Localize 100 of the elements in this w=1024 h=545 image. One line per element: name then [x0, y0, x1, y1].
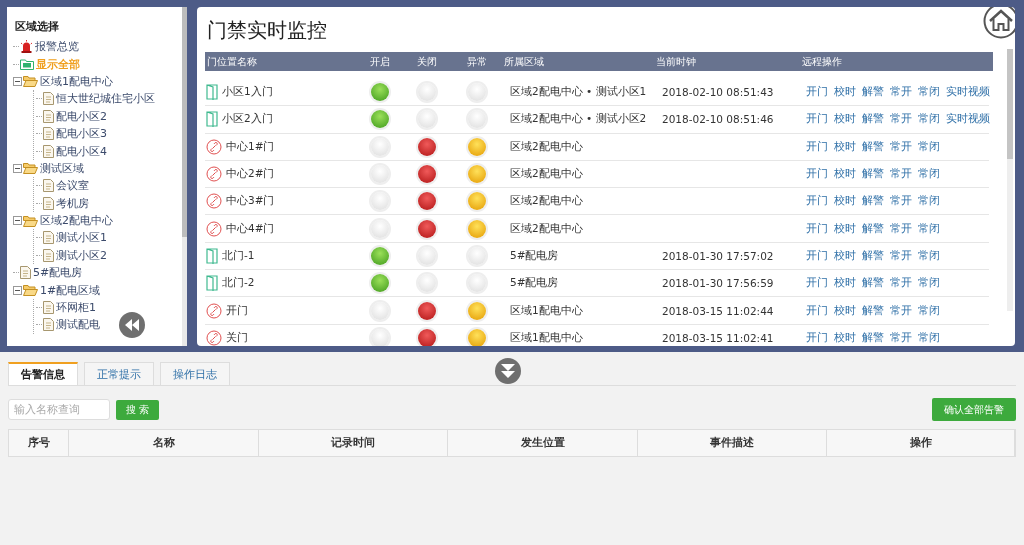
- table-cell-text: 区域1配电中心: [509, 330, 584, 345]
- collapse-down-button[interactable]: [495, 358, 521, 384]
- action-link[interactable]: 校时: [834, 330, 856, 345]
- action-link[interactable]: 校时: [834, 139, 856, 154]
- action-link[interactable]: 开门: [806, 85, 828, 100]
- table-cell: 中心4#门: [226, 221, 275, 236]
- action-link[interactable]: 开门: [806, 303, 828, 318]
- action-link[interactable]: 开门: [806, 221, 828, 236]
- file-icon: [43, 196, 54, 210]
- scrollbar[interactable]: [182, 7, 187, 346]
- action-link[interactable]: 常闭: [918, 167, 940, 182]
- action-link[interactable]: 解警: [862, 221, 884, 236]
- tree-item[interactable]: 会议室: [54, 178, 89, 194]
- action-link[interactable]: 开门: [806, 194, 828, 209]
- collapse-toggle[interactable]: [13, 163, 22, 173]
- action-link[interactable]: 常闭: [918, 112, 940, 127]
- table-cell-text: 区域2配电中心 • 测试小区2: [509, 112, 648, 127]
- action-link[interactable]: 开门: [806, 139, 828, 154]
- tree-item[interactable]: 环网柜1: [54, 300, 96, 316]
- action-link[interactable]: 常闭: [918, 139, 940, 154]
- double-chevron-down-icon[interactable]: [501, 363, 515, 379]
- action-link[interactable]: 解警: [862, 303, 884, 318]
- column-header: 所属区域: [503, 54, 545, 69]
- action-link[interactable]: 解警: [862, 139, 884, 154]
- file-icon: [43, 127, 54, 141]
- tree-item[interactable]: 配电小区4: [54, 143, 107, 159]
- action-link[interactable]: 解警: [862, 194, 884, 209]
- collapse-left-button[interactable]: [119, 312, 145, 338]
- action-link[interactable]: 常开: [890, 112, 912, 127]
- confirm-all-button[interactable]: 确认全部告警: [932, 398, 1016, 421]
- action-link[interactable]: 校时: [834, 112, 856, 127]
- tree-item[interactable]: 测试区域: [38, 160, 84, 176]
- rewind-icon[interactable]: [124, 319, 140, 331]
- action-link[interactable]: 常开: [890, 221, 912, 236]
- action-link[interactable]: 常开: [890, 139, 912, 154]
- tree-item[interactable]: 报警总览: [33, 39, 79, 55]
- action-link[interactable]: 解警: [862, 112, 884, 127]
- action-link[interactable]: 常闭: [918, 221, 940, 236]
- action-link[interactable]: 开门: [806, 112, 828, 127]
- action-link[interactable]: 解警: [862, 330, 884, 345]
- action-link[interactable]: 解警: [862, 276, 884, 291]
- table-cell-text: 区域2配电中心 • 测试小区1: [509, 85, 648, 100]
- search-field[interactable]: 输入名称查询: [8, 399, 110, 420]
- action-link[interactable]: 常闭: [918, 194, 940, 209]
- action-link[interactable]: 解警: [862, 248, 884, 263]
- action-link[interactable]: 校时: [834, 167, 856, 182]
- table-cell-text: 区域2配电中心: [509, 139, 584, 154]
- tree-item[interactable]: 5#配电房: [31, 265, 83, 281]
- action-link[interactable]: 常开: [890, 248, 912, 263]
- action-link[interactable]: 常开: [890, 303, 912, 318]
- home-icon[interactable]: [983, 7, 1015, 39]
- action-link[interactable]: 校时: [834, 194, 856, 209]
- action-link[interactable]: 开门: [806, 248, 828, 263]
- file-icon: [43, 318, 54, 332]
- action-link[interactable]: 常开: [890, 330, 912, 345]
- table-cell: 北门-2: [222, 276, 255, 291]
- tree-item[interactable]: 区域1配电中心: [38, 73, 113, 89]
- collapse-toggle[interactable]: [13, 76, 22, 86]
- action-link[interactable]: 常闭: [918, 248, 940, 263]
- action-link[interactable]: 校时: [834, 248, 856, 263]
- action-link[interactable]: 校时: [834, 85, 856, 100]
- action-link[interactable]: 常闭: [918, 276, 940, 291]
- table-cell-text: 2018-01-30 17:56:59: [661, 277, 775, 290]
- tab[interactable]: 告警信息: [8, 362, 78, 385]
- tree-item[interactable]: 测试小区1: [54, 230, 107, 246]
- search-button[interactable]: 搜 索: [116, 399, 160, 420]
- tree-item[interactable]: 恒大世纪城住宅小区: [54, 91, 155, 107]
- action-link[interactable]: 校时: [834, 303, 856, 318]
- action-link[interactable]: 实时视频: [946, 112, 990, 127]
- action-link[interactable]: 常闭: [918, 330, 940, 345]
- action-link[interactable]: 常开: [890, 276, 912, 291]
- tree-item[interactable]: 1#配电区域: [38, 282, 101, 298]
- door-icon: [206, 111, 218, 128]
- action-link[interactable]: 常开: [890, 167, 912, 182]
- collapse-toggle[interactable]: [13, 285, 22, 295]
- action-link[interactable]: 常闭: [918, 85, 940, 100]
- tab[interactable]: 正常提示: [84, 362, 154, 385]
- action-link[interactable]: 校时: [834, 276, 856, 291]
- tree-item[interactable]: 考机房: [54, 195, 89, 211]
- table-cell: 开门: [226, 303, 248, 318]
- tree-item[interactable]: 测试配电: [54, 317, 100, 333]
- tree-item[interactable]: 配电小区3: [54, 126, 107, 142]
- action-link[interactable]: 开门: [806, 276, 828, 291]
- action-link[interactable]: 校时: [834, 221, 856, 236]
- collapse-toggle[interactable]: [13, 216, 22, 226]
- folder-icon: [23, 284, 38, 297]
- action-link[interactable]: 常开: [890, 194, 912, 209]
- action-link[interactable]: 常开: [890, 85, 912, 100]
- tree-item[interactable]: 测试小区2: [54, 247, 107, 263]
- table-cell-text: 区域1配电中心: [509, 303, 584, 318]
- action-link[interactable]: 开门: [806, 330, 828, 345]
- action-link[interactable]: 实时视频: [946, 85, 990, 100]
- scrollbar[interactable]: [1007, 49, 1013, 311]
- tab[interactable]: 操作日志: [160, 362, 230, 385]
- action-link[interactable]: 解警: [862, 167, 884, 182]
- action-link[interactable]: 开门: [806, 167, 828, 182]
- action-link[interactable]: 解警: [862, 85, 884, 100]
- action-link[interactable]: 常闭: [918, 303, 940, 318]
- tree-item[interactable]: 区域2配电中心: [38, 213, 113, 229]
- tree-item[interactable]: 配电小区2: [54, 108, 107, 124]
